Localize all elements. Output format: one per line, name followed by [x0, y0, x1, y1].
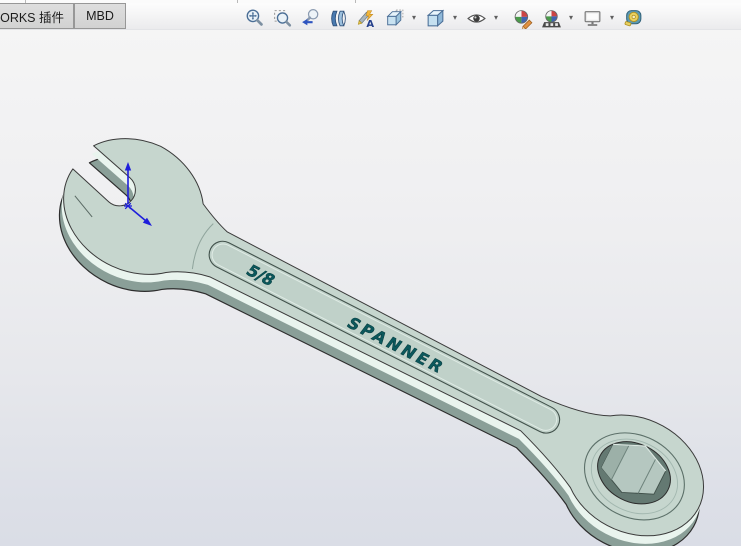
tab-label: WORKS 插件: [0, 10, 64, 25]
section-view-button[interactable]: [326, 6, 351, 31]
tab-label: MBD: [86, 9, 114, 23]
view-settings-dropdown[interactable]: ▾: [606, 7, 617, 29]
measure-icon: [624, 9, 641, 26]
tab-solidworks-addins[interactable]: WORKS 插件: [0, 3, 74, 29]
graphics-area[interactable]: 5/8 SPANNER: [0, 30, 741, 546]
zoom-to-area-button[interactable]: [270, 6, 295, 31]
zoom-to-fit-icon: [246, 9, 263, 26]
tab-mbd[interactable]: MBD: [74, 3, 126, 29]
apply-scene-dropdown[interactable]: ▾: [565, 7, 576, 29]
zoom-to-fit-button[interactable]: [242, 6, 267, 31]
section-view-icon: [330, 10, 346, 26]
hide-show-items-icon: [466, 13, 486, 23]
measure-button[interactable]: [621, 6, 646, 31]
zoom-to-area-icon: [273, 9, 291, 27]
edit-appearance-icon: [514, 9, 532, 29]
view-orientation-icon: [386, 9, 403, 26]
view-orientation-button[interactable]: [382, 6, 407, 31]
spanner-model[interactable]: 5/8 SPANNER: [31, 115, 738, 546]
hide-show-items-dropdown[interactable]: ▾: [490, 7, 501, 29]
hide-show-items-button[interactable]: [464, 6, 489, 31]
view-settings-button[interactable]: [580, 6, 605, 31]
dynamic-annotation-views-icon: A: [357, 9, 374, 29]
dynamic-annotation-views-button[interactable]: A: [354, 6, 379, 31]
apply-scene-button[interactable]: [539, 6, 564, 31]
edit-appearance-button[interactable]: [511, 6, 536, 31]
view-settings-icon: [584, 10, 600, 26]
svg-text:A: A: [366, 18, 374, 28]
display-style-icon: [426, 8, 444, 27]
apply-scene-icon: [541, 9, 561, 27]
heads-up-view-toolbar: A ▾ ▾ ▾ ▾ ▾: [240, 5, 647, 31]
solidworks-window: WORKS 插件 MBD: [0, 0, 741, 546]
display-style-dropdown[interactable]: ▾: [449, 7, 460, 29]
previous-view-icon: [301, 8, 318, 25]
view-orientation-dropdown[interactable]: ▾: [408, 7, 419, 29]
display-style-button[interactable]: [423, 6, 448, 31]
previous-view-button[interactable]: [298, 6, 323, 31]
commandmanager-tab-row: WORKS 插件 MBD: [0, 3, 741, 30]
